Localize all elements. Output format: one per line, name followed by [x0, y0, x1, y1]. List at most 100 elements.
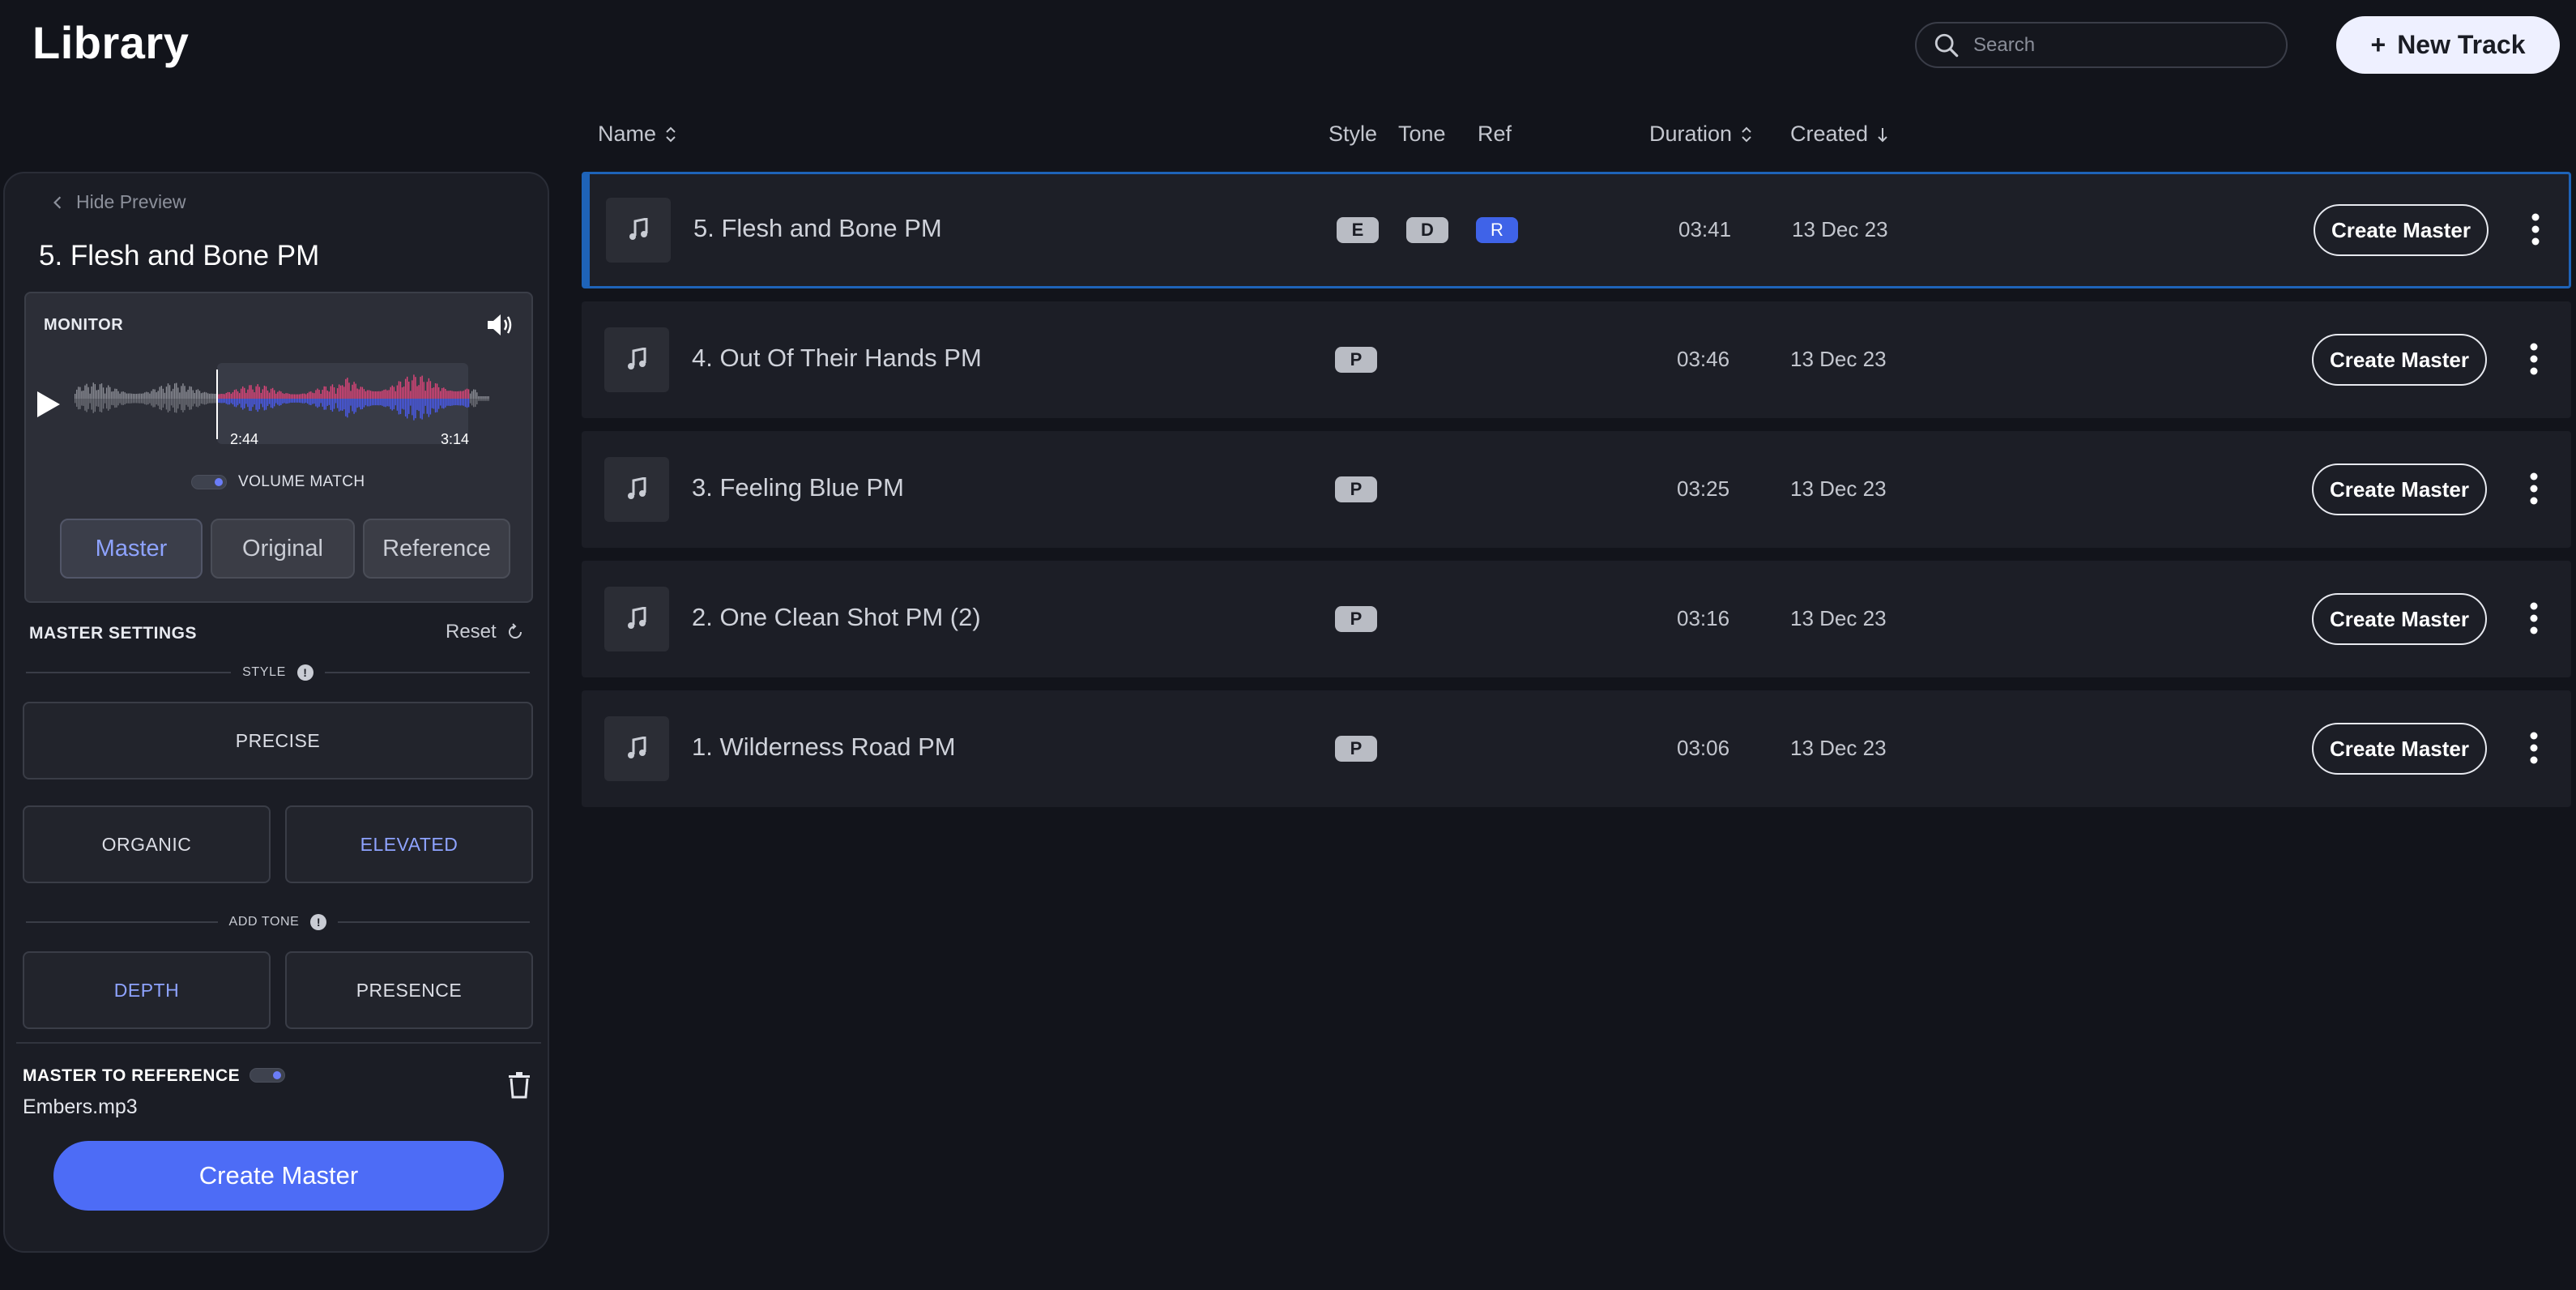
style-badge: P [1335, 736, 1377, 762]
row-create-master-button[interactable]: Create Master [2314, 204, 2489, 256]
tone-label: ADD TONE [228, 915, 300, 929]
style-precise-button[interactable]: PRECISE [23, 702, 533, 780]
search-icon [1934, 33, 1959, 57]
track-thumbnail [606, 198, 671, 263]
style-badge: P [1335, 476, 1377, 502]
style-elevated-button[interactable]: ELEVATED [285, 805, 533, 883]
region-start-time: 2:44 [230, 431, 259, 447]
speaker-volume-icon[interactable] [486, 311, 517, 339]
music-note-icon [628, 348, 646, 369]
volume-match-toggle[interactable] [191, 475, 227, 489]
master-to-reference-title: MASTER TO REFERENCE [23, 1066, 241, 1085]
tone-presence-button[interactable]: PRESENCE [285, 951, 533, 1029]
track-row[interactable]: 1. Wilderness Road PM P 03:06 13 Dec 23 … [582, 690, 2571, 807]
track-created: 13 Dec 23 [1790, 347, 1887, 371]
search-box[interactable] [1915, 22, 2288, 68]
track-duration: 03:46 [1677, 347, 1730, 371]
style-label: STYLE [242, 665, 286, 679]
track-thumbnail [604, 587, 669, 651]
volume-match-label: VOLUME MATCH [238, 473, 365, 490]
more-vertical-icon[interactable] [2529, 472, 2539, 506]
more-vertical-icon[interactable] [2529, 731, 2539, 765]
style-badge: P [1335, 606, 1377, 632]
track-duration: 03:25 [1677, 476, 1730, 501]
monitor-card: MONITOR 2:44 3:14 VOLUME MATCH Master Or… [24, 292, 533, 603]
info-icon[interactable]: ! [310, 914, 327, 930]
create-master-button[interactable]: Create Master [53, 1141, 504, 1211]
preview-panel: Hide Preview 5. Flesh and Bone PM MONITO… [3, 172, 549, 1253]
column-header-tone: Tone [1398, 122, 1446, 146]
track-thumbnail [604, 716, 669, 781]
trash-icon[interactable] [507, 1071, 531, 1099]
preview-track-title: 5. Flesh and Bone PM [39, 240, 320, 271]
mode-master-button[interactable]: Master [60, 519, 203, 579]
track-created: 13 Dec 23 [1790, 476, 1887, 501]
tone-depth-button[interactable]: DEPTH [23, 951, 271, 1029]
track-duration: 03:41 [1678, 217, 1732, 241]
track-row[interactable]: 5. Flesh and Bone PM E D R 03:41 13 Dec … [582, 172, 2571, 288]
track-name[interactable]: 2. One Clean Shot PM (2) [692, 603, 981, 632]
column-header-created[interactable]: Created [1790, 122, 1889, 147]
track-created: 13 Dec 23 [1790, 736, 1887, 760]
tone-badge: D [1406, 217, 1448, 243]
master-to-reference-toggle[interactable] [249, 1068, 285, 1083]
page-title: Library [32, 17, 190, 68]
more-vertical-icon[interactable] [2529, 342, 2539, 376]
track-name[interactable]: 5. Flesh and Bone PM [693, 214, 942, 243]
more-vertical-icon[interactable] [2529, 601, 2539, 635]
style-organic-button[interactable]: ORGANIC [23, 805, 271, 883]
track-name[interactable]: 4. Out Of Their Hands PM [692, 344, 982, 373]
section-divider [16, 1042, 541, 1044]
music-note-icon [628, 607, 646, 629]
column-header-style: Style [1329, 122, 1378, 146]
library-app: Library + New Track Hide Preview 5. Fles… [0, 0, 2576, 1290]
mode-reference-button[interactable]: Reference [363, 519, 510, 579]
row-create-master-button[interactable]: Create Master [2312, 723, 2487, 775]
search-input[interactable] [1973, 33, 2265, 57]
sort-icon [1742, 126, 1751, 142]
mode-original-button[interactable]: Original [211, 519, 355, 579]
style-badge: P [1335, 347, 1377, 373]
play-icon[interactable] [34, 389, 62, 420]
sort-descending-icon [1878, 127, 1887, 142]
music-note-icon [628, 737, 646, 758]
track-created: 13 Dec 23 [1792, 217, 1888, 241]
row-create-master-button[interactable]: Create Master [2312, 593, 2487, 645]
track-thumbnail [604, 327, 669, 392]
info-icon[interactable]: ! [296, 664, 313, 681]
reset-label: Reset [446, 621, 497, 643]
column-header-ref: Ref [1478, 122, 1512, 146]
column-header-duration[interactable]: Duration [1649, 122, 1753, 147]
ref-badge: R [1476, 217, 1518, 243]
volume-match-toggle-row[interactable]: VOLUME MATCH [191, 473, 365, 491]
plus-icon: + [2370, 30, 2386, 59]
track-duration: 03:16 [1677, 606, 1730, 630]
row-create-master-button[interactable]: Create Master [2312, 334, 2487, 386]
region-end-time: 3:14 [441, 431, 470, 447]
row-create-master-button[interactable]: Create Master [2312, 463, 2487, 515]
new-track-button[interactable]: + New Track [2336, 16, 2560, 74]
track-created: 13 Dec 23 [1790, 606, 1887, 630]
sort-icon [666, 126, 676, 142]
track-row[interactable]: 3. Feeling Blue PM P 03:25 13 Dec 23 Cre… [582, 431, 2571, 548]
column-header-name[interactable]: Name [598, 122, 677, 147]
style-badge: E [1337, 217, 1379, 243]
more-vertical-icon[interactable] [2531, 212, 2540, 246]
chevron-left-icon [53, 195, 62, 209]
column-header-name-label: Name [598, 122, 657, 146]
monitor-label: MONITOR [44, 316, 124, 334]
reference-file-name: Embers.mp3 [23, 1096, 138, 1118]
track-row[interactable]: 2. One Clean Shot PM (2) P 03:16 13 Dec … [582, 561, 2571, 677]
column-header-created-label: Created [1790, 122, 1869, 146]
hide-preview-link[interactable]: Hide Preview [50, 191, 186, 213]
track-duration: 03:06 [1677, 736, 1730, 760]
track-name[interactable]: 3. Feeling Blue PM [692, 473, 904, 502]
reset-button[interactable]: Reset [446, 621, 524, 643]
track-name[interactable]: 1. Wilderness Road PM [692, 733, 956, 762]
music-note-icon [629, 218, 648, 240]
track-row[interactable]: 4. Out Of Their Hands PM P 03:46 13 Dec … [582, 301, 2571, 418]
tone-divider: ADD TONE ! [26, 914, 530, 930]
reset-icon [508, 623, 522, 639]
track-thumbnail [604, 457, 669, 522]
style-divider: STYLE ! [26, 664, 530, 681]
